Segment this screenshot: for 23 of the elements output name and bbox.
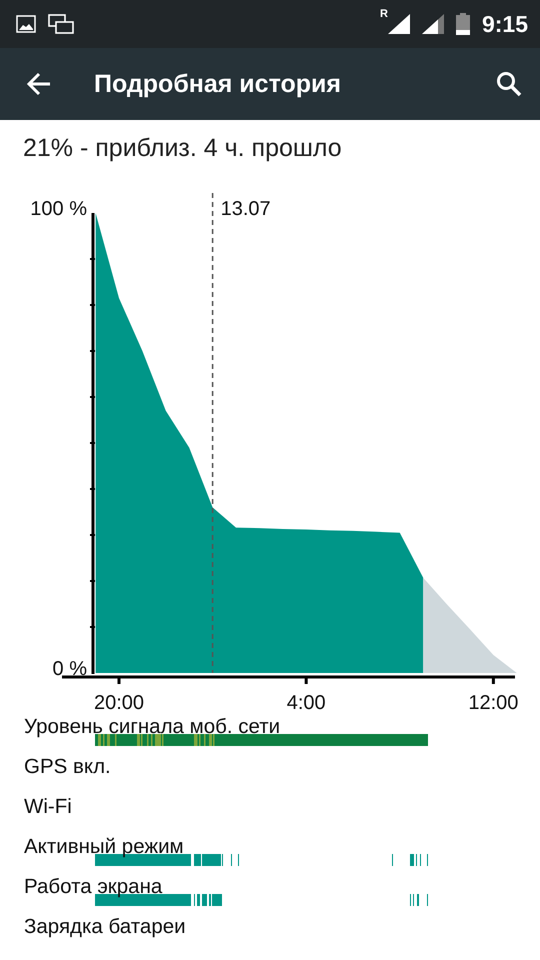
x-tick-label: 20:00 <box>94 692 144 714</box>
back-arrow-icon[interactable] <box>26 72 52 96</box>
history-row-label: GPS вкл. <box>24 755 111 779</box>
history-row-label: Активный режим <box>24 835 184 859</box>
x-tick-label: 4:00 <box>286 692 326 714</box>
search-icon[interactable] <box>496 71 522 97</box>
windows-icon <box>48 14 74 34</box>
history-row-label: Уровень сигнала моб. сети <box>24 715 280 739</box>
y-tick-label: 0 % <box>52 658 87 680</box>
clock: 9:15 <box>482 10 528 38</box>
battery-icon <box>456 13 470 35</box>
history-row-label: Работа экрана <box>24 875 162 899</box>
screen-title: Подробная история <box>94 70 342 98</box>
signal-icon <box>422 14 444 34</box>
battery-summary: 21% - приблиз. 4 ч. прошло <box>22 133 343 164</box>
roaming-indicator: R <box>380 8 388 20</box>
history-row-label: Wi-Fi <box>24 795 72 819</box>
date-label: 13.07 <box>220 198 271 220</box>
history-row-label: Зарядка батареи <box>24 915 186 939</box>
picture-icon <box>16 15 36 33</box>
y-tick-label: 100 % <box>30 198 87 220</box>
signal-icon <box>388 14 410 34</box>
x-tick-label: 12:00 <box>468 692 518 714</box>
